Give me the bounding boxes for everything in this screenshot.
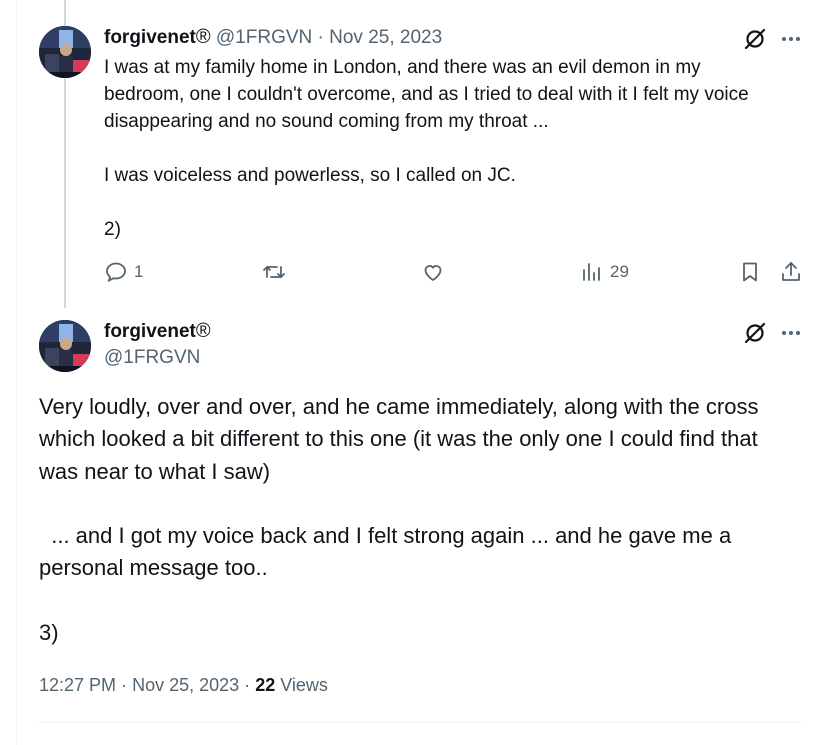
views-label: Views (280, 675, 328, 695)
retweet-button[interactable] (262, 259, 286, 285)
tweet-date[interactable]: Nov 25, 2023 (329, 27, 442, 48)
tweet2-text: Very loudly, over and over, and he came … (39, 394, 759, 646)
display-name[interactable]: forgivenet (104, 27, 196, 48)
more-icon[interactable] (779, 27, 803, 51)
tweet2-display-name-row[interactable]: forgivenet® (104, 320, 211, 343)
handle[interactable]: @1FRGVN (104, 347, 200, 369)
tweet1-header: forgivenet® @1FRGVN · Nov 25, 2023 (104, 26, 442, 49)
separator: · (244, 675, 251, 695)
avatar[interactable] (39, 26, 91, 78)
reply-icon (106, 262, 126, 283)
separator: · (317, 27, 324, 48)
avatar-image (39, 26, 91, 78)
like-icon (424, 265, 442, 282)
views-icon (583, 263, 600, 281)
like-button[interactable] (421, 259, 445, 285)
avatar-image (39, 320, 91, 372)
retweet-icon (263, 266, 285, 278)
handle[interactable]: @1FRGVN (216, 27, 312, 48)
reply-count: 1 (134, 262, 144, 281)
tweet1-text: I was at my family home in London, and t… (104, 57, 749, 240)
grok-icon[interactable] (743, 27, 767, 51)
avatar[interactable] (39, 320, 91, 372)
registered-mark: ® (195, 26, 211, 48)
separator: · (121, 675, 128, 695)
display-name[interactable]: forgivenet (104, 321, 196, 342)
views-count: 29 (610, 262, 629, 281)
reply-button[interactable]: 1 (104, 259, 143, 285)
bookmark-icon (743, 262, 757, 282)
more-icon[interactable] (779, 321, 803, 345)
share-button[interactable] (779, 259, 803, 285)
views-button[interactable]: 29 (580, 259, 629, 285)
timeline-left-border (16, 0, 17, 745)
tweet2-timestamp-row: 12:27 PM · Nov 25, 2023 · 22 Views (39, 675, 328, 696)
registered-mark: ® (195, 320, 211, 342)
grok-icon[interactable] (743, 321, 767, 345)
share-icon (782, 262, 800, 281)
bookmark-button[interactable] (738, 259, 762, 285)
tweet-date[interactable]: Nov 25, 2023 (132, 675, 239, 695)
views-count: 22 (255, 675, 276, 695)
divider (39, 722, 803, 723)
tweet-time[interactable]: 12:27 PM (39, 675, 116, 695)
